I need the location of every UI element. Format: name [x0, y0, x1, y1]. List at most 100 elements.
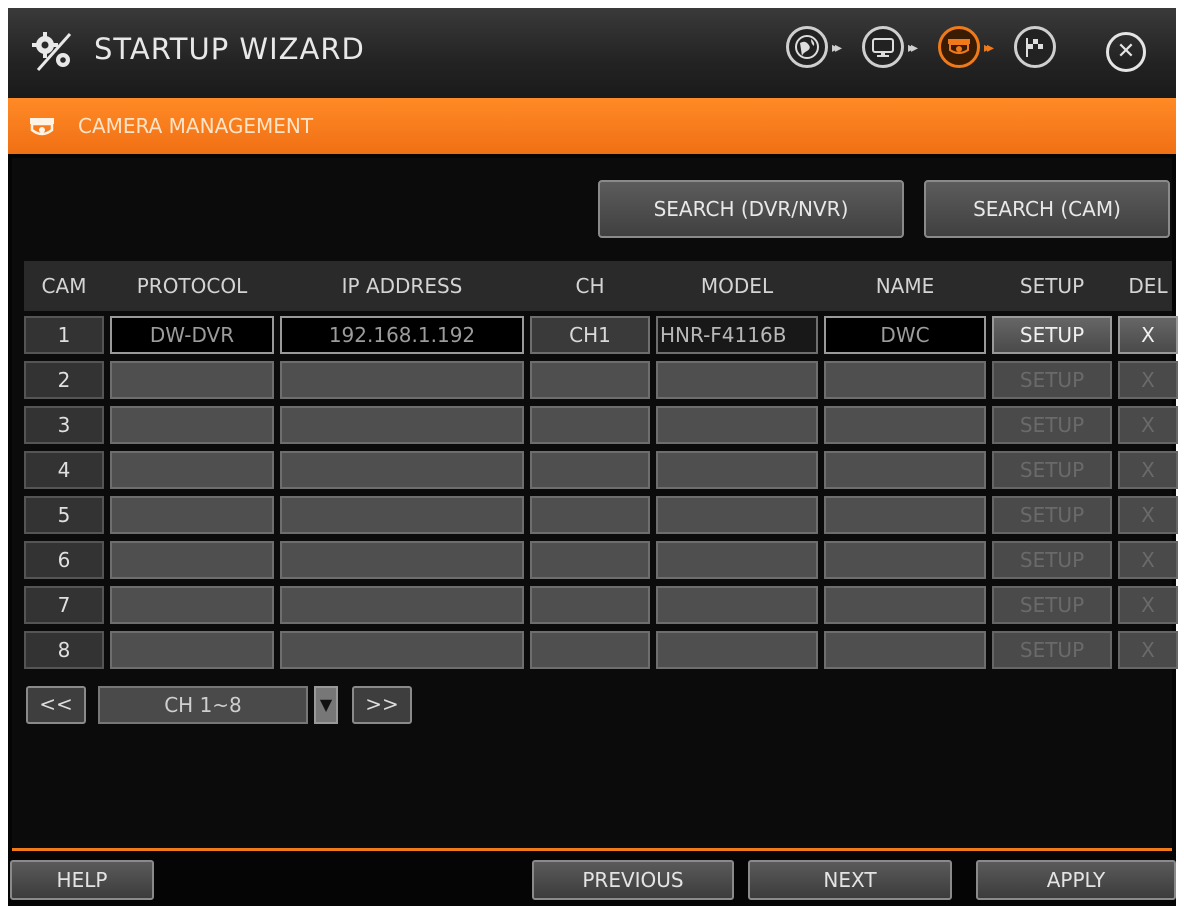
help-button[interactable]: HELP [10, 860, 154, 900]
channel-field[interactable] [530, 361, 650, 399]
name-field[interactable] [824, 631, 986, 669]
column-header-cam: CAM [41, 274, 87, 298]
apply-button[interactable]: APPLY [976, 860, 1176, 900]
cam-number: 4 [24, 451, 104, 489]
setup-button: SETUP [992, 586, 1112, 624]
protocol-field[interactable] [110, 451, 274, 489]
setup-button: SETUP [992, 361, 1112, 399]
model-field[interactable]: HNR-F4116B [656, 316, 818, 354]
page-next-button[interactable]: >> [352, 686, 412, 724]
title-bar: STARTUP WIZARD ▸▸ ▸▸ ▸▸ ✕ [8, 8, 1176, 98]
table-row: 6 SETUP X [24, 541, 1178, 583]
startup-wizard-window: STARTUP WIZARD ▸▸ ▸▸ ▸▸ ✕ CAMERA MANAGEM… [8, 8, 1178, 906]
setup-button: SETUP [992, 541, 1112, 579]
search-dvr-nvr-button[interactable]: SEARCH (DVR/NVR) [598, 180, 904, 238]
name-field[interactable] [824, 586, 986, 624]
protocol-field[interactable] [110, 361, 274, 399]
ip-address-field[interactable] [280, 451, 524, 489]
name-field[interactable] [824, 541, 986, 579]
protocol-field[interactable] [110, 586, 274, 624]
column-header-ch: CH [575, 274, 605, 298]
cam-number: 1 [24, 316, 104, 354]
model-field[interactable] [656, 541, 818, 579]
section-title: CAMERA MANAGEMENT [78, 114, 314, 138]
delete-button: X [1118, 496, 1178, 534]
column-header-protocol: PROTOCOL [136, 274, 248, 298]
column-header-model: MODEL [700, 274, 774, 298]
setup-button: SETUP [992, 451, 1112, 489]
name-field[interactable]: DWC [824, 316, 986, 354]
model-field[interactable] [656, 451, 818, 489]
model-field[interactable] [656, 496, 818, 534]
cam-number: 3 [24, 406, 104, 444]
delete-button[interactable]: X [1118, 316, 1178, 354]
step-arrow-icon: ▸▸ [908, 40, 918, 56]
channel-field[interactable] [530, 586, 650, 624]
protocol-field[interactable] [110, 406, 274, 444]
name-field[interactable] [824, 496, 986, 534]
model-field[interactable] [656, 586, 818, 624]
channel-range-select[interactable]: CH 1~8 [98, 686, 308, 724]
cam-number: 7 [24, 586, 104, 624]
name-field[interactable] [824, 361, 986, 399]
page-prev-button[interactable]: << [26, 686, 86, 724]
column-header-name: NAME [875, 274, 935, 298]
cam-number: 2 [24, 361, 104, 399]
ip-address-field[interactable] [280, 586, 524, 624]
camera-step-icon [938, 26, 980, 68]
table-row: 7 SETUP X [24, 586, 1178, 628]
setup-button: SETUP [992, 496, 1112, 534]
section-banner: CAMERA MANAGEMENT [8, 98, 1176, 154]
search-cam-button[interactable]: SEARCH (CAM) [924, 180, 1170, 238]
ip-address-field[interactable] [280, 361, 524, 399]
channel-field[interactable] [530, 406, 650, 444]
table-row: 8 SETUP X [24, 631, 1178, 673]
model-field[interactable] [656, 631, 818, 669]
channel-field[interactable] [530, 496, 650, 534]
gears-icon [32, 32, 72, 71]
protocol-field[interactable] [110, 541, 274, 579]
delete-button: X [1118, 361, 1178, 399]
table-header: CAM PROTOCOL IP ADDRESS CH MODEL NAME SE… [24, 261, 1172, 311]
ip-address-field[interactable] [280, 541, 524, 579]
delete-button: X [1118, 541, 1178, 579]
ip-address-field[interactable]: 192.168.1.192 [280, 316, 524, 354]
monitor-icon [862, 26, 904, 68]
channel-field[interactable]: CH1 [530, 316, 650, 354]
close-icon[interactable]: ✕ [1106, 32, 1146, 72]
column-header-ip-address: IP ADDRESS [341, 274, 463, 298]
name-field[interactable] [824, 451, 986, 489]
setup-button[interactable]: SETUP [992, 316, 1112, 354]
dropdown-arrow-icon[interactable]: ▼ [314, 686, 338, 724]
column-header-setup: SETUP [1019, 274, 1085, 298]
cam-number: 5 [24, 496, 104, 534]
delete-button: X [1118, 406, 1178, 444]
model-field[interactable] [656, 406, 818, 444]
table-row: 4 SETUP X [24, 451, 1178, 493]
previous-button[interactable]: PREVIOUS [532, 860, 734, 900]
ip-address-field[interactable] [280, 496, 524, 534]
name-field[interactable] [824, 406, 986, 444]
cam-number: 8 [24, 631, 104, 669]
ip-address-field[interactable] [280, 631, 524, 669]
protocol-field[interactable]: DW-DVR [110, 316, 274, 354]
setup-button: SETUP [992, 631, 1112, 669]
next-button[interactable]: NEXT [748, 860, 952, 900]
delete-button: X [1118, 586, 1178, 624]
protocol-field[interactable] [110, 496, 274, 534]
ip-address-field[interactable] [280, 406, 524, 444]
table-row: 2 SETUP X [24, 361, 1178, 403]
setup-button: SETUP [992, 406, 1112, 444]
protocol-field[interactable] [110, 631, 274, 669]
channel-field[interactable] [530, 451, 650, 489]
model-field[interactable] [656, 361, 818, 399]
channel-field[interactable] [530, 631, 650, 669]
cam-number: 6 [24, 541, 104, 579]
window-title: STARTUP WIZARD [94, 32, 365, 66]
step-arrow-icon: ▸▸ [832, 40, 842, 56]
channel-field[interactable] [530, 541, 650, 579]
network-globe-icon [786, 26, 828, 68]
finish-flag-icon [1014, 26, 1056, 68]
delete-button: X [1118, 451, 1178, 489]
camera-icon [30, 118, 54, 136]
